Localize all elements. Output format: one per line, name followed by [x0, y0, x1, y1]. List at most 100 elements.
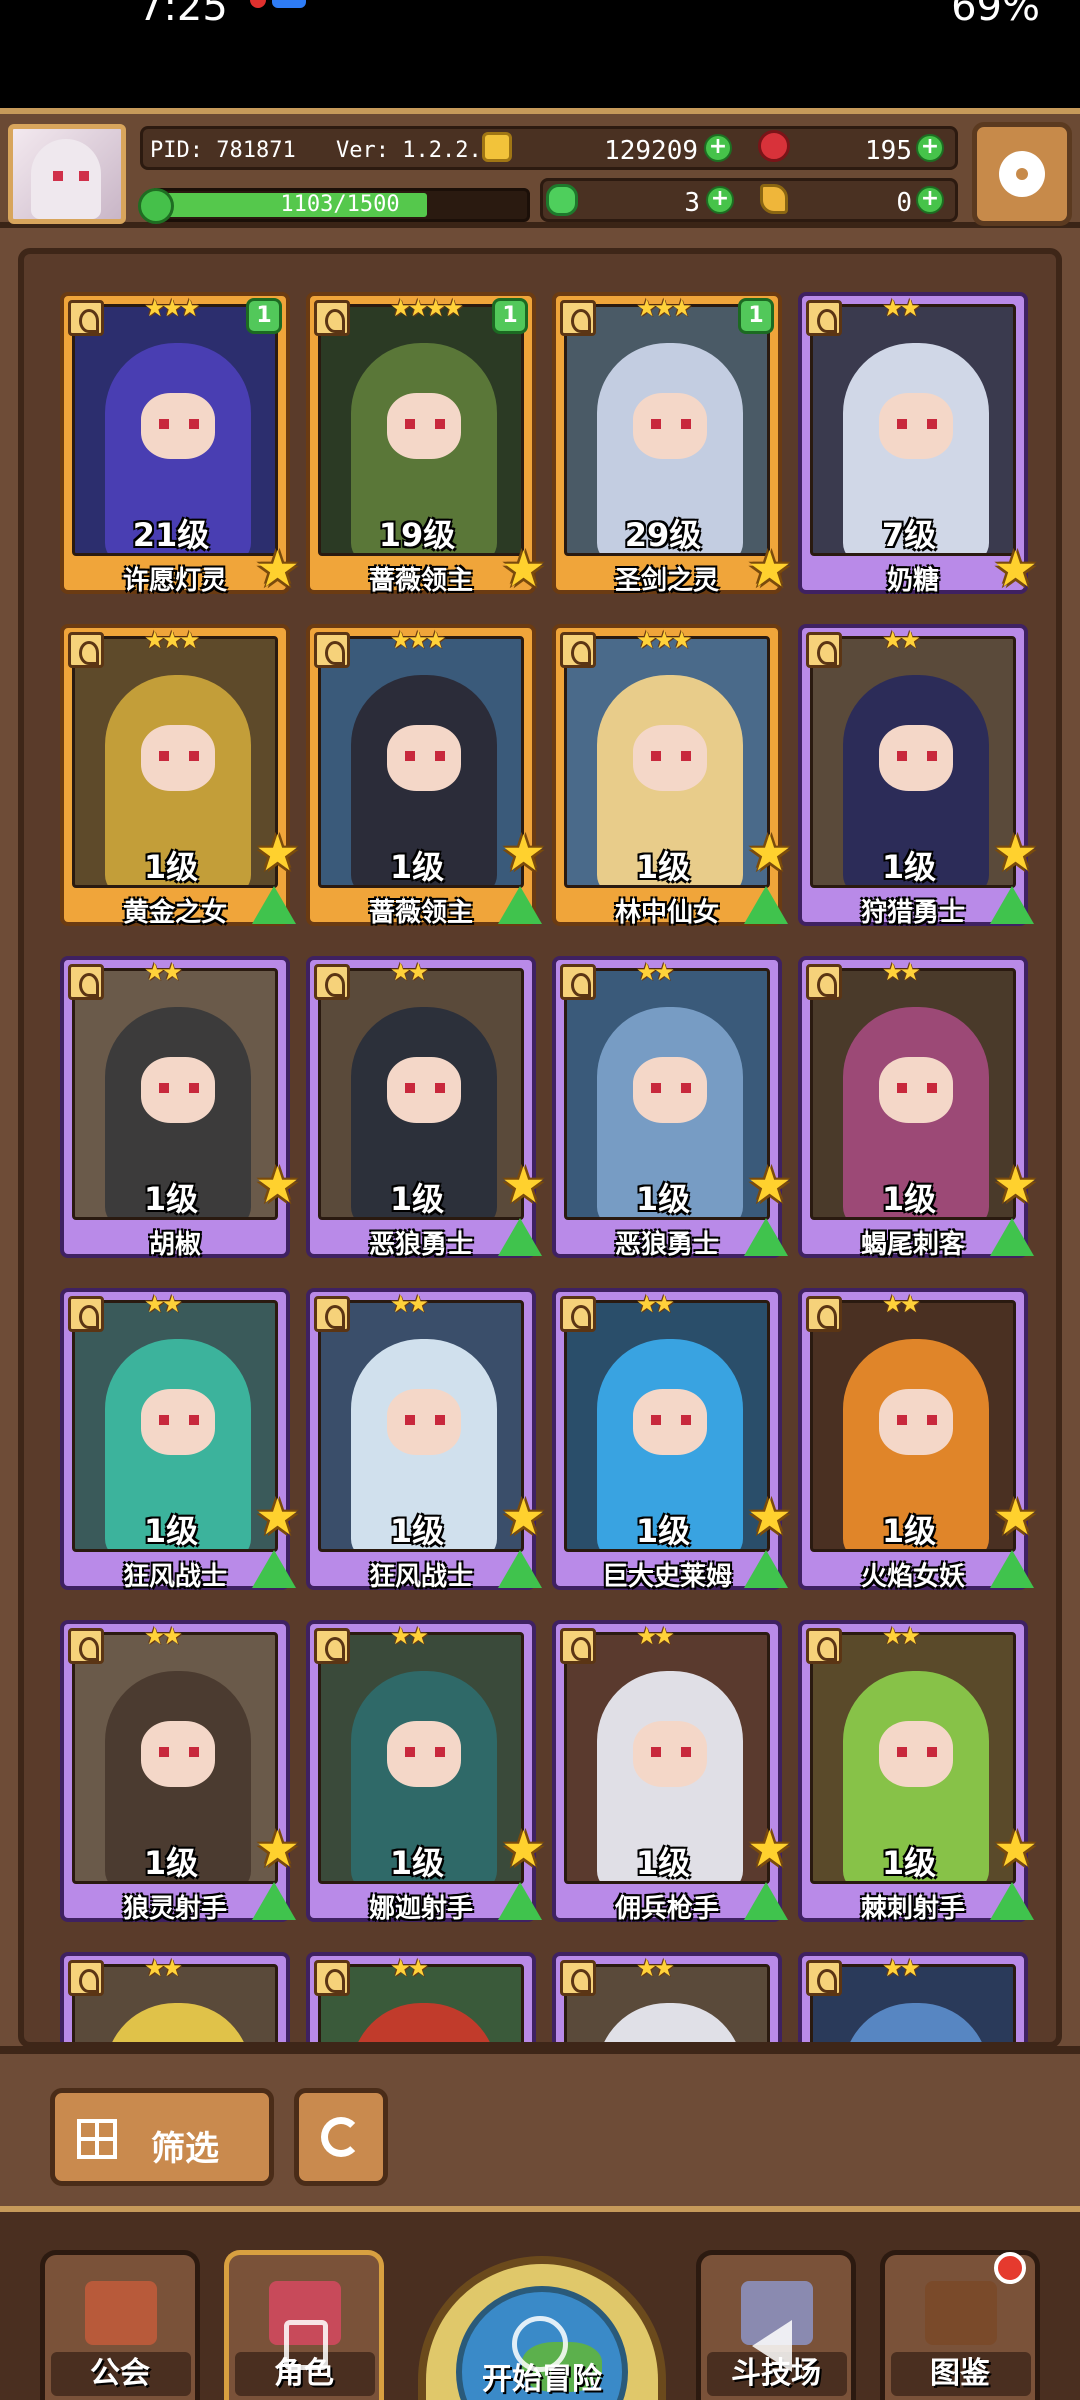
refresh-button[interactable] — [294, 2088, 388, 2186]
settings-button[interactable] — [972, 122, 1072, 226]
gold-coin-icon — [482, 132, 512, 162]
player-avatar[interactable] — [8, 124, 126, 224]
character-eye — [897, 751, 907, 761]
class-icon — [560, 964, 596, 1000]
character-card[interactable]: ★★★ 1级 蔷薇领主 ★ — [306, 624, 546, 928]
character-card[interactable]: ★★ — [60, 1952, 290, 2042]
character-card[interactable]: ★★ 1级 狩猎勇士 ★ — [798, 624, 1038, 928]
character-face — [141, 1057, 215, 1123]
count-badge: 1 — [246, 298, 282, 334]
nav-arena-label: 斗技场 — [731, 2356, 821, 2391]
character-eye — [159, 1083, 169, 1093]
gold-value: 129209 — [604, 136, 698, 166]
character-eye — [651, 419, 661, 429]
filter-button[interactable]: 筛选 — [50, 2088, 274, 2186]
character-card[interactable]: ★★ 1级 棘刺射手 ★ — [798, 1620, 1038, 1924]
character-level: 1级 — [881, 1512, 937, 1550]
character-card[interactable]: ★★ 1级 火焰女妖 ★ — [798, 1288, 1038, 1592]
character-card[interactable]: ★★ 1级 娜迦射手 ★ — [306, 1620, 546, 1924]
character-face — [879, 1389, 953, 1455]
star-rating: ★★★ — [636, 626, 693, 654]
player-id: PID: 781871 — [150, 138, 296, 163]
character-level: 1级 — [635, 1180, 691, 1218]
character-card[interactable]: ★★ 1级 狂风战士 ★ — [306, 1288, 546, 1592]
star-rating: ★★ — [390, 1622, 429, 1650]
star-rating: ★★★ — [390, 626, 447, 654]
character-card[interactable]: ★★★★ 1 19级 蔷薇领主 ★ — [306, 292, 546, 596]
character-icon — [269, 2281, 341, 2345]
start-adventure-button[interactable]: 开始冒险 — [418, 2256, 666, 2400]
nav-arena[interactable]: 斗技场 — [696, 2250, 856, 2400]
character-card[interactable]: ★★ — [306, 1952, 536, 2042]
character-sprite — [105, 2003, 251, 2042]
character-eye — [405, 419, 415, 429]
character-card[interactable]: ★★ 1级 蝎尾刺客 ★ — [798, 956, 1038, 1260]
character-name: 胡椒 — [148, 1230, 201, 1260]
character-eye — [189, 419, 199, 429]
upgrade-arrow-icon — [744, 886, 788, 924]
character-eye — [189, 1083, 199, 1093]
star-rating: ★★ — [144, 1622, 183, 1650]
character-card[interactable]: ★★ 7级 奶糖 ★ — [798, 292, 1038, 596]
character-face — [387, 393, 461, 459]
character-eye — [189, 751, 199, 761]
character-face — [879, 1057, 953, 1123]
add-horn-button[interactable]: + — [916, 186, 944, 214]
add-clover-button[interactable]: + — [706, 186, 734, 214]
character-eye — [405, 1083, 415, 1093]
character-card[interactable]: ★★ 1级 狂风战士 ★ — [60, 1288, 300, 1592]
star-rating: ★★★ — [144, 626, 201, 654]
character-card[interactable]: ★★ 1级 恶狼勇士 ★ — [552, 956, 792, 1260]
class-icon — [68, 1628, 104, 1664]
favorite-star-icon: ★ — [993, 1156, 1038, 1214]
nav-guild[interactable]: 公会 — [40, 2250, 200, 2400]
star-rating: ★★ — [636, 958, 675, 986]
upgrade-arrow-icon — [990, 1218, 1034, 1256]
favorite-star-icon: ★ — [993, 824, 1038, 882]
star-rating: ★★ — [636, 1290, 675, 1318]
energy-text: 1103/1500 — [280, 192, 400, 217]
character-card[interactable]: ★★ 1级 佣兵枪手 ★ — [552, 1620, 792, 1924]
character-card[interactable]: ★★ 1级 巨大史莱姆 ★ — [552, 1288, 792, 1592]
character-card[interactable]: ★★★ 1 21级 许愿灯灵 ★ — [60, 292, 300, 596]
character-card[interactable]: ★★★ 1级 林中仙女 ★ — [552, 624, 792, 928]
character-level: 1级 — [635, 1512, 691, 1550]
character-face — [879, 393, 953, 459]
star-rating: ★★ — [390, 1290, 429, 1318]
character-face — [387, 1057, 461, 1123]
character-level: 1级 — [143, 1180, 199, 1218]
add-apple-button[interactable]: + — [916, 134, 944, 162]
character-card[interactable]: ★★ 1级 狼灵射手 ★ — [60, 1620, 300, 1924]
favorite-star-icon: ★ — [501, 1488, 546, 1546]
class-icon — [560, 300, 596, 336]
class-icon — [314, 632, 350, 668]
nav-codex-label: 图鉴 — [930, 2356, 990, 2391]
character-level: 19级 — [378, 516, 456, 554]
star-rating: ★★★ — [636, 294, 693, 322]
class-icon — [314, 1628, 350, 1664]
character-list[interactable]: ★★★ 1 21级 许愿灯灵 ★ ★★★★ 1 19级 蔷薇领主 ★ ★★★ 1 29级 圣剑之灵 ★ ★★ 7… — [18, 248, 1062, 2048]
character-card[interactable]: ★★★ 1 29级 圣剑之灵 ★ — [552, 292, 792, 596]
star-rating: ★★★★ — [390, 294, 464, 322]
character-card[interactable]: ★★ — [798, 1952, 1028, 2042]
class-icon — [560, 632, 596, 668]
class-icon — [68, 632, 104, 668]
character-face — [633, 1389, 707, 1455]
character-card[interactable]: ★★ 1级 胡椒 ★ — [60, 956, 300, 1260]
character-name: 蔷薇领主 — [368, 566, 473, 596]
upgrade-arrow-icon — [990, 1550, 1034, 1588]
character-card[interactable]: ★★★ 1级 黄金之女 ★ — [60, 624, 300, 928]
notification-icon — [250, 0, 266, 8]
add-gold-button[interactable]: + — [704, 134, 732, 162]
character-card[interactable]: ★★ — [552, 1952, 782, 2042]
star-rating: ★★ — [882, 294, 921, 322]
character-face — [879, 1721, 953, 1787]
character-card[interactable]: ★★ 1级 恶狼勇士 ★ — [306, 956, 546, 1260]
upgrade-arrow-icon — [252, 1882, 296, 1920]
character-level: 1级 — [143, 1512, 199, 1550]
character-face — [387, 725, 461, 791]
character-eye — [897, 1747, 907, 1757]
favorite-star-icon: ★ — [255, 824, 300, 882]
nav-character[interactable]: 角色 — [224, 2250, 384, 2400]
favorite-star-icon: ★ — [255, 540, 300, 598]
